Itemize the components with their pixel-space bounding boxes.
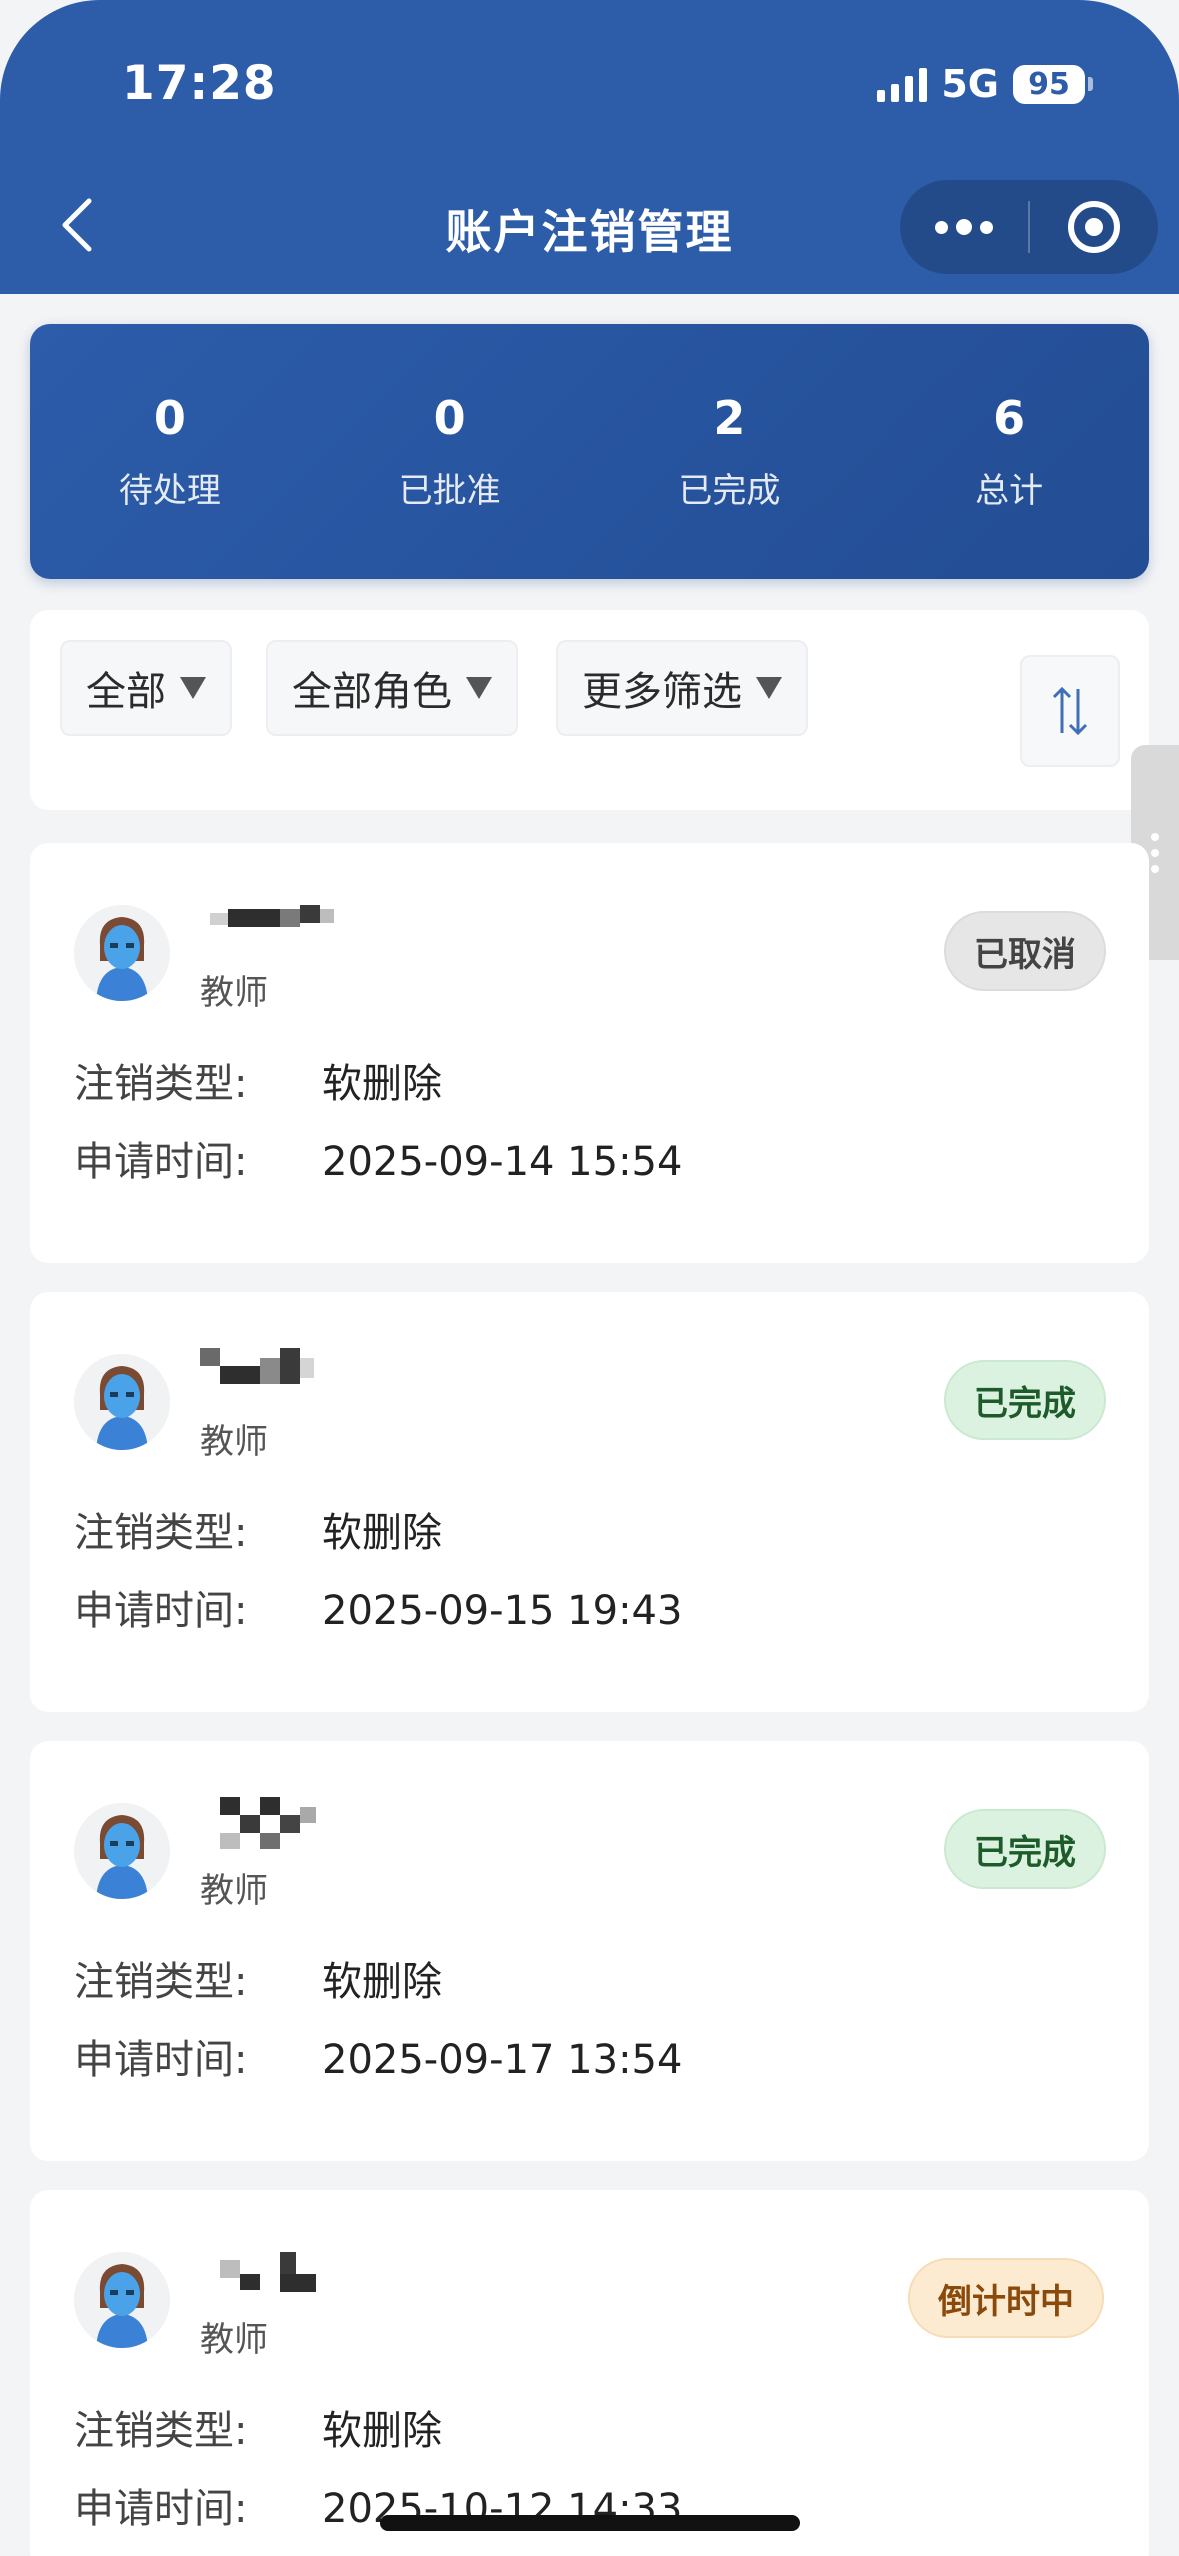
cancel-type-row: 注销类型: 软删除 (74, 2398, 442, 2456)
cancel-type-value: 软删除 (322, 1959, 442, 2005)
blurred-name (200, 1348, 314, 1384)
apply-time-label: 申请时间: (74, 2486, 248, 2532)
stat-label: 已批准 (398, 471, 501, 511)
cancel-type-label: 注销类型: (74, 1510, 248, 1556)
cancel-type-value: 软删除 (322, 1510, 442, 1556)
cancel-type-value: 软删除 (322, 1061, 442, 1107)
more-dots-icon[interactable] (900, 180, 1028, 274)
stat-value: 0 (153, 391, 186, 445)
apply-time-label: 申请时间: (74, 1139, 248, 1185)
more-filter-dropdown[interactable]: 更多筛选 (556, 640, 808, 736)
avatar (74, 905, 170, 1001)
stat-completed[interactable]: 2 已完成 (590, 391, 870, 512)
status-time: 17:28 (122, 56, 277, 111)
sort-icon (1052, 686, 1088, 736)
role-filter-dropdown[interactable]: 全部角色 (266, 640, 518, 736)
cancel-type-row: 注销类型: 软删除 (74, 1051, 442, 1109)
record-card[interactable]: 教师 倒计时中 注销类型: 软删除 申请时间: 2025-10-12 14:33 (30, 2190, 1149, 2556)
filter-bar: 全部 全部角色 更多筛选 (30, 610, 1149, 810)
network-label: 5G (941, 62, 999, 106)
cancel-type-value: 软删除 (322, 2408, 442, 2454)
home-indicator (380, 2515, 800, 2531)
record-card[interactable]: 教师 已完成 注销类型: 软删除 申请时间: 2025-09-15 19:43 (30, 1292, 1149, 1712)
stat-label: 待处理 (118, 471, 221, 511)
stats-panel: 0 待处理 0 已批准 2 已完成 6 总计 (30, 324, 1149, 579)
blurred-name (220, 2252, 316, 2292)
dropdown-arrow-icon (180, 677, 206, 699)
avatar-icon (74, 1803, 170, 1899)
status-filter-dropdown[interactable]: 全部 (60, 640, 232, 736)
status-badge: 已完成 (944, 1809, 1106, 1889)
stat-value: 6 (993, 391, 1026, 445)
more-filter-label: 更多筛选 (582, 669, 742, 715)
blurred-name (220, 1797, 316, 1849)
status-badge: 已取消 (944, 911, 1106, 991)
role-filter-label: 全部角色 (292, 669, 452, 715)
apply-time-row: 申请时间: 2025-09-14 15:54 (74, 1129, 682, 1187)
apply-time-value: 2025-09-14 15:54 (322, 1139, 683, 1185)
stat-value: 0 (433, 391, 466, 445)
stat-label: 已完成 (678, 471, 781, 511)
close-target-icon[interactable] (1030, 201, 1158, 253)
apply-time-value: 2025-09-17 13:54 (322, 2037, 683, 2083)
apply-time-label: 申请时间: (74, 2037, 248, 2083)
apply-time-row: 申请时间: 2025-09-17 13:54 (74, 2027, 682, 2085)
battery-icon: 95 (1013, 64, 1093, 104)
user-role: 教师 (200, 973, 268, 1013)
avatar-icon (74, 1354, 170, 1450)
apply-time-value: 2025-09-15 19:43 (322, 1588, 683, 1634)
dropdown-arrow-icon (466, 677, 492, 699)
record-card[interactable]: 教师 已完成 注销类型: 软删除 申请时间: 2025-09-17 13:54 (30, 1741, 1149, 2161)
apply-time-label: 申请时间: (74, 1588, 248, 1634)
record-card[interactable]: 教师 已取消 注销类型: 软删除 申请时间: 2025-09-14 15:54 (30, 843, 1149, 1263)
status-filter-label: 全部 (86, 669, 166, 715)
status-badge: 已完成 (944, 1360, 1106, 1440)
avatar (74, 1354, 170, 1450)
dropdown-arrow-icon (756, 677, 782, 699)
header: 17:28 5G 95 账户注销管理 (0, 0, 1179, 294)
battery-level: 95 (1013, 64, 1085, 104)
cancel-type-label: 注销类型: (74, 1959, 248, 2005)
status-indicators: 5G 95 (877, 62, 1093, 106)
cancel-type-row: 注销类型: 软删除 (74, 1949, 442, 2007)
apply-time-row: 申请时间: 2025-09-15 19:43 (74, 1578, 682, 1636)
user-role: 教师 (200, 2320, 268, 2360)
mini-program-capsule (900, 180, 1158, 274)
stat-approved[interactable]: 0 已批准 (310, 391, 590, 512)
stat-total[interactable]: 6 总计 (869, 391, 1149, 512)
cancel-type-row: 注销类型: 软删除 (74, 1500, 442, 1558)
stat-label: 总计 (975, 471, 1044, 511)
cancel-type-label: 注销类型: (74, 2408, 248, 2454)
avatar-icon (74, 2252, 170, 2348)
user-role: 教师 (200, 1871, 268, 1911)
user-role: 教师 (200, 1422, 268, 1462)
avatar (74, 2252, 170, 2348)
stat-pending[interactable]: 0 待处理 (30, 391, 310, 512)
cancel-type-label: 注销类型: (74, 1061, 248, 1107)
stat-value: 2 (713, 391, 746, 445)
blurred-name (210, 905, 334, 927)
status-badge: 倒计时中 (908, 2258, 1104, 2338)
sort-button[interactable] (1020, 655, 1120, 767)
avatar (74, 1803, 170, 1899)
avatar-icon (74, 905, 170, 1001)
signal-icon (877, 66, 928, 102)
